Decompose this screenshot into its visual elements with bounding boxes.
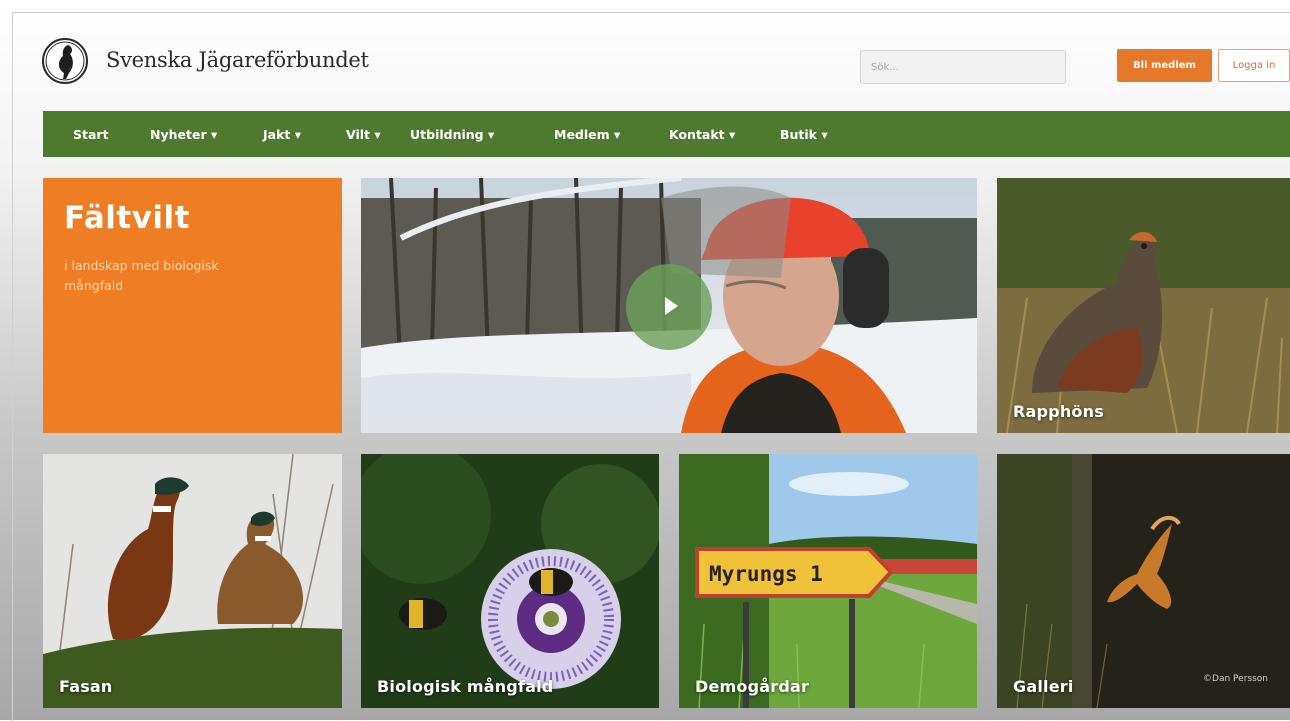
feature-subtitle: i landskap med biologisk mångfald: [64, 258, 219, 293]
tile-fasan[interactable]: Fasan: [43, 454, 342, 708]
feature-title: Fältvilt: [64, 200, 191, 236]
nav-item-medlem[interactable]: Medlem ▾: [554, 127, 620, 142]
tile-label: Rapphöns: [1013, 402, 1104, 421]
pheasant-image: [43, 454, 342, 708]
search-input[interactable]: [860, 50, 1066, 84]
tile-demogardar[interactable]: Myrungs 1 Demogårdar: [679, 454, 977, 708]
tile-biologisk-mangfald[interactable]: Biologisk mångfald: [361, 454, 659, 708]
road-sign-text: Myrungs 1: [709, 562, 823, 586]
tile-rapphons[interactable]: Rapphöns: [997, 178, 1290, 433]
tile-label: Demogårdar: [695, 677, 810, 696]
capercaillie-logo-icon[interactable]: [40, 35, 90, 87]
photo-credit: ©Dan Persson: [1203, 674, 1268, 684]
site-title[interactable]: Svenska Jägareförbundet: [106, 48, 369, 72]
tile-label: Fasan: [59, 677, 113, 696]
nav-item-jakt[interactable]: Jakt ▾: [263, 127, 301, 142]
tile-label: Biologisk mångfald: [377, 677, 554, 696]
nav-item-vilt[interactable]: Vilt ▾: [346, 127, 381, 142]
bumblebee-flower-image: [361, 454, 659, 708]
main-nav: Start Nyheter ▾ Jakt ▾ Vilt ▾ Utbildning…: [43, 111, 1290, 157]
feature-tile-faltvilt[interactable]: Fältvilt i landskap med biologisk mångfa…: [43, 178, 342, 433]
nav-item-nyheter[interactable]: Nyheter ▾: [150, 127, 217, 142]
bird-flight-image: [997, 454, 1290, 708]
nav-item-utbildning[interactable]: Utbildning ▾: [410, 127, 494, 142]
become-member-button[interactable]: Bli medlem: [1117, 49, 1212, 82]
play-icon: [665, 297, 678, 315]
nav-item-butik[interactable]: Butik ▾: [780, 127, 828, 142]
nav-item-start[interactable]: Start: [73, 127, 109, 142]
nav-item-kontakt[interactable]: Kontakt ▾: [669, 127, 735, 142]
partridge-image: [997, 178, 1290, 433]
tile-label: Galleri: [1013, 677, 1074, 696]
tile-galleri[interactable]: Galleri ©Dan Persson: [997, 454, 1290, 708]
login-button[interactable]: Logga in: [1218, 49, 1290, 82]
